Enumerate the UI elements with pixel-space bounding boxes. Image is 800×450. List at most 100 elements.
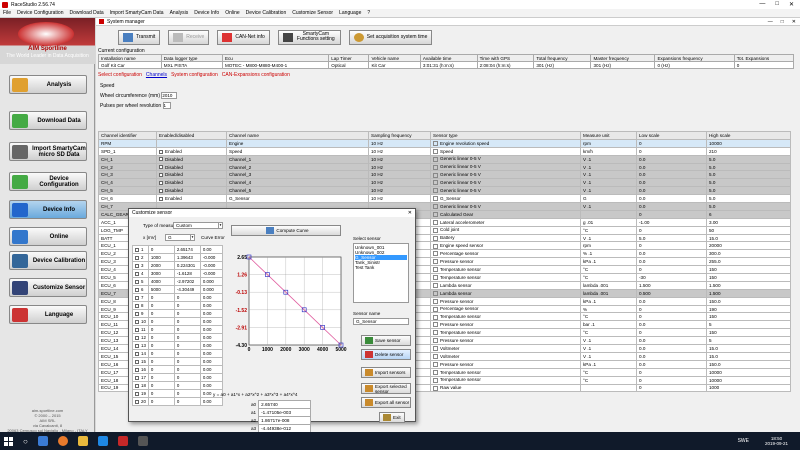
table-cell[interactable]: Generic linear 0-5 V <box>430 186 581 196</box>
row-checkbox[interactable] <box>135 343 139 348</box>
sensor-dropdown-icon[interactable] <box>433 196 438 202</box>
calibration-cell[interactable]: 0.00 <box>199 365 223 374</box>
table-cell[interactable]: Percentage sensor <box>430 304 581 314</box>
table-cell[interactable]: Pressure sensor <box>430 359 581 369</box>
sensor-dropdown-icon[interactable] <box>433 243 438 249</box>
sm-close-button[interactable]: ✕ <box>792 19 796 25</box>
tab-system-configuration[interactable]: System configuration <box>171 72 218 78</box>
calibration-cell[interactable]: 0 <box>173 301 201 310</box>
enabled-checkbox[interactable] <box>159 165 163 170</box>
table-cell[interactable]: Generic linear 0-5 V <box>430 154 581 164</box>
calibration-cell[interactable]: 0 <box>147 325 175 334</box>
calibration-cell[interactable]: -0.000 <box>199 269 223 278</box>
calibration-row[interactable]: 12 0 0 0.00 <box>132 333 223 342</box>
calibration-cell[interactable]: -4.30449 <box>173 285 201 294</box>
sensor-dropdown-icon[interactable] <box>433 156 438 162</box>
row-checkbox[interactable] <box>135 303 139 308</box>
calibration-cell[interactable]: 0 <box>147 389 175 398</box>
calibration-row[interactable]: 15 0 0 0.00 <box>132 357 223 366</box>
sensor-dropdown-icon[interactable] <box>433 354 438 360</box>
calibration-cell[interactable]: 0.00 <box>199 349 223 358</box>
row-checkbox[interactable] <box>135 271 139 276</box>
table-cell[interactable]: Disabled <box>156 186 227 196</box>
calibration-cell[interactable]: 0 <box>147 373 175 382</box>
calibration-cell[interactable]: 0.00 <box>199 245 223 254</box>
sensor-dropdown-icon[interactable] <box>433 361 438 367</box>
receive-button[interactable]: Receive <box>168 29 210 45</box>
sidebar-download-data-button[interactable]: Download Data <box>9 111 87 130</box>
calibration-cell[interactable]: 0 <box>173 317 201 326</box>
tab-channels[interactable]: Channels <box>146 72 167 78</box>
table-cell[interactable]: Lateral accelerometer <box>430 217 581 227</box>
calibration-cell[interactable]: 0.00 <box>199 341 223 350</box>
calibration-row[interactable]: 13 0 0 0.00 <box>132 341 223 350</box>
sensor-dropdown-icon[interactable] <box>433 322 438 328</box>
calibration-cell[interactable]: 0 <box>147 293 175 302</box>
sensor-dropdown-icon[interactable] <box>433 369 438 375</box>
sensor-dropdown-icon[interactable] <box>433 377 438 383</box>
table-cell[interactable]: Pressure sensor <box>430 320 581 330</box>
calibration-row[interactable]: 11 0 0 0.00 <box>132 325 223 334</box>
row-checkbox[interactable] <box>135 383 139 388</box>
edge-icon[interactable] <box>97 436 108 446</box>
set-acquisition-time-button[interactable]: Set acquisition system time <box>348 29 433 45</box>
table-row[interactable]: CH_2 Disabled Channel_2 10 Hz Generic linear… <box>98 162 791 172</box>
tab-select-configuration[interactable]: Select configuration <box>98 72 142 78</box>
calibration-cell[interactable]: 0.00 <box>199 325 223 334</box>
row-checkbox[interactable] <box>135 327 139 332</box>
type-measure-select[interactable]: Custom ▼ <box>173 222 223 229</box>
sensor-dropdown-icon[interactable] <box>433 235 438 241</box>
calibration-cell[interactable]: 0 <box>173 325 201 334</box>
table-row[interactable]: RPM Engine 10 Hz Engine revolution speed rpm… <box>98 138 791 148</box>
calibration-cell[interactable]: 0 <box>147 341 175 350</box>
calibration-cell[interactable]: 0.00 <box>199 357 223 366</box>
sidebar-device-info-button[interactable]: Device Info <box>9 200 87 219</box>
table-cell[interactable]: Disabled <box>156 178 227 188</box>
sensor-dropdown-icon[interactable] <box>433 188 438 194</box>
sensor-dropdown-icon[interactable] <box>433 204 438 210</box>
table-row[interactable]: CH_5 Disabled Channel_5 10 Hz Generic linear… <box>98 186 791 196</box>
transmit-button[interactable]: Transmit <box>118 29 161 45</box>
table-cell[interactable]: Voltmeter <box>430 351 581 361</box>
calibration-cell[interactable]: 0.00 <box>199 301 223 310</box>
calibration-cell[interactable]: 0.00 <box>199 317 223 326</box>
sensor-dropdown-icon[interactable] <box>433 330 438 336</box>
calibration-cell[interactable]: 3000 <box>147 269 175 278</box>
calibration-row[interactable]: 1 0 2.65174 0.00 <box>132 245 223 254</box>
calibration-cell[interactable]: 0 <box>173 381 201 390</box>
table-cell[interactable]: Temperature sensor <box>430 375 581 385</box>
maximize-button[interactable]: □ <box>775 1 779 8</box>
menu-item-online[interactable]: Online <box>225 10 239 16</box>
calibration-row[interactable]: 16 0 0 0.00 <box>132 365 223 374</box>
table-row[interactable]: CH_3 Disabled Channel_3 10 Hz Generic linear… <box>98 170 791 180</box>
table-cell[interactable]: Pressure sensor <box>430 296 581 306</box>
menu-item-device-calibration[interactable]: Device Calibration <box>246 10 287 16</box>
calibration-cell[interactable]: 0 <box>147 245 175 254</box>
calibration-row[interactable]: 17 0 0 0.00 <box>132 373 223 382</box>
sidebar-import-smartycam-micro-sd-data-button[interactable]: Import SmartyCam micro SD Data <box>9 142 87 161</box>
enabled-checkbox[interactable] <box>159 196 163 201</box>
menu-item-language[interactable]: Language <box>339 10 361 16</box>
pulses-input[interactable] <box>162 102 171 109</box>
table-cell[interactable]: Pressure sensor <box>430 257 581 267</box>
sensor-dropdown-icon[interactable] <box>433 219 438 225</box>
sensor-dropdown-icon[interactable] <box>433 338 438 344</box>
sensor-dropdown-icon[interactable] <box>433 251 438 257</box>
table-cell[interactable]: Temperature sensor <box>430 328 581 338</box>
minimize-button[interactable]: — <box>759 1 765 8</box>
calibration-cell[interactable]: 0 <box>147 317 175 326</box>
sensor-dropdown-icon[interactable] <box>433 180 438 186</box>
sensor-dropdown-icon[interactable] <box>433 346 438 352</box>
menu-item-download-data[interactable]: Download Data <box>69 10 103 16</box>
dialog-close-button[interactable]: ✕ <box>408 210 415 216</box>
sensor-dropdown-icon[interactable] <box>433 314 438 320</box>
task-view-icon[interactable] <box>37 436 48 446</box>
table-cell[interactable]: Temperature sensor <box>430 312 581 322</box>
search-icon[interactable]: ○ <box>23 437 28 446</box>
calibration-row[interactable]: 18 0 0 0.00 <box>132 381 223 390</box>
table-cell[interactable]: Calculated Gear <box>430 209 581 219</box>
row-checkbox[interactable] <box>135 295 139 300</box>
calibration-row[interactable]: 19 0 0 0.00 <box>132 389 223 398</box>
sensor-dropdown-icon[interactable] <box>433 298 438 304</box>
row-checkbox[interactable] <box>135 367 139 372</box>
